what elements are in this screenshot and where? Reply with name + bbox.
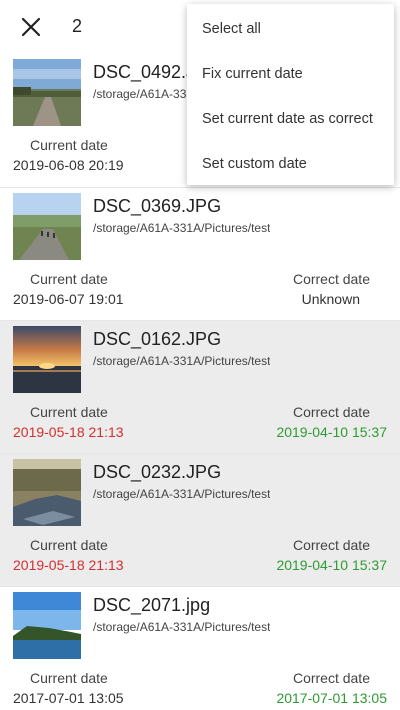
file-list-item[interactable]: DSC_2071.jpg /storage/A61A-331A/Pictures… — [0, 586, 400, 710]
correct-date-value: 2019-04-10 15:37 — [276, 557, 387, 573]
file-name: DSC_0369.JPG — [93, 196, 222, 216]
correct-date-label: Correct date — [292, 271, 370, 287]
close-selection-button[interactable] — [18, 14, 44, 40]
road-people-icon — [13, 193, 81, 260]
file-path: /storage/A61A-331A/Pictures/test — [93, 354, 271, 368]
sunset-sea-icon — [13, 326, 81, 393]
lake-island-icon — [13, 592, 81, 659]
file-list-item[interactable]: DSC_0162.JPG /storage/A61A-331A/Pictures… — [0, 320, 400, 453]
current-date-value: 2019-05-18 21:13 — [13, 557, 124, 573]
close-icon — [21, 17, 41, 37]
file-name: DSC_2071.jpg — [93, 595, 211, 615]
file-path: /storage/A61A-331A/Pictures/test — [93, 221, 271, 235]
correct-date-label: Correct date — [292, 537, 370, 553]
menu-item-select-all[interactable]: Select all — [202, 21, 261, 37]
current-date-label: Current date — [30, 137, 108, 153]
file-list-item[interactable]: DSC_0232.JPG /storage/A61A-331A/Pictures… — [0, 453, 400, 586]
current-date-value: 2017-07-01 13:05 — [13, 690, 124, 706]
river-forest-icon — [13, 459, 81, 526]
file-list-item[interactable]: DSC_0369.JPG /storage/A61A-331A/Pictures… — [0, 187, 400, 320]
file-name: DSC_0232.JPG — [93, 462, 222, 482]
menu-item-set-current-as-correct[interactable]: Set current date as correct — [202, 111, 373, 127]
correct-date-value: 2019-04-10 15:37 — [276, 424, 387, 440]
current-date-label: Current date — [30, 537, 108, 553]
current-date-label: Current date — [30, 670, 108, 686]
road-sky-icon — [13, 59, 81, 126]
correct-date-value: Unknown — [301, 291, 360, 307]
menu-item-fix-current-date[interactable]: Fix current date — [202, 66, 303, 82]
menu-item-set-custom-date[interactable]: Set custom date — [202, 156, 307, 172]
selected-count: 2 — [72, 16, 83, 36]
correct-date-value: 2017-07-01 13:05 — [276, 690, 387, 706]
current-date-label: Current date — [30, 271, 108, 287]
correct-date-label: Correct date — [292, 404, 370, 420]
current-date-value: 2019-06-08 20:19 — [13, 157, 124, 173]
overflow-menu: Select all Fix current date Set current … — [187, 4, 394, 185]
file-path: /storage/A61A-331A/Pictures/test — [93, 620, 271, 634]
current-date-value: 2019-05-18 21:13 — [13, 424, 124, 440]
correct-date-label: Correct date — [292, 670, 370, 686]
current-date-label: Current date — [30, 404, 108, 420]
current-date-value: 2019-06-07 19:01 — [13, 291, 124, 307]
file-name: DSC_0162.JPG — [93, 329, 222, 349]
file-path: /storage/A61A-331A/Pictures/test — [93, 487, 271, 501]
